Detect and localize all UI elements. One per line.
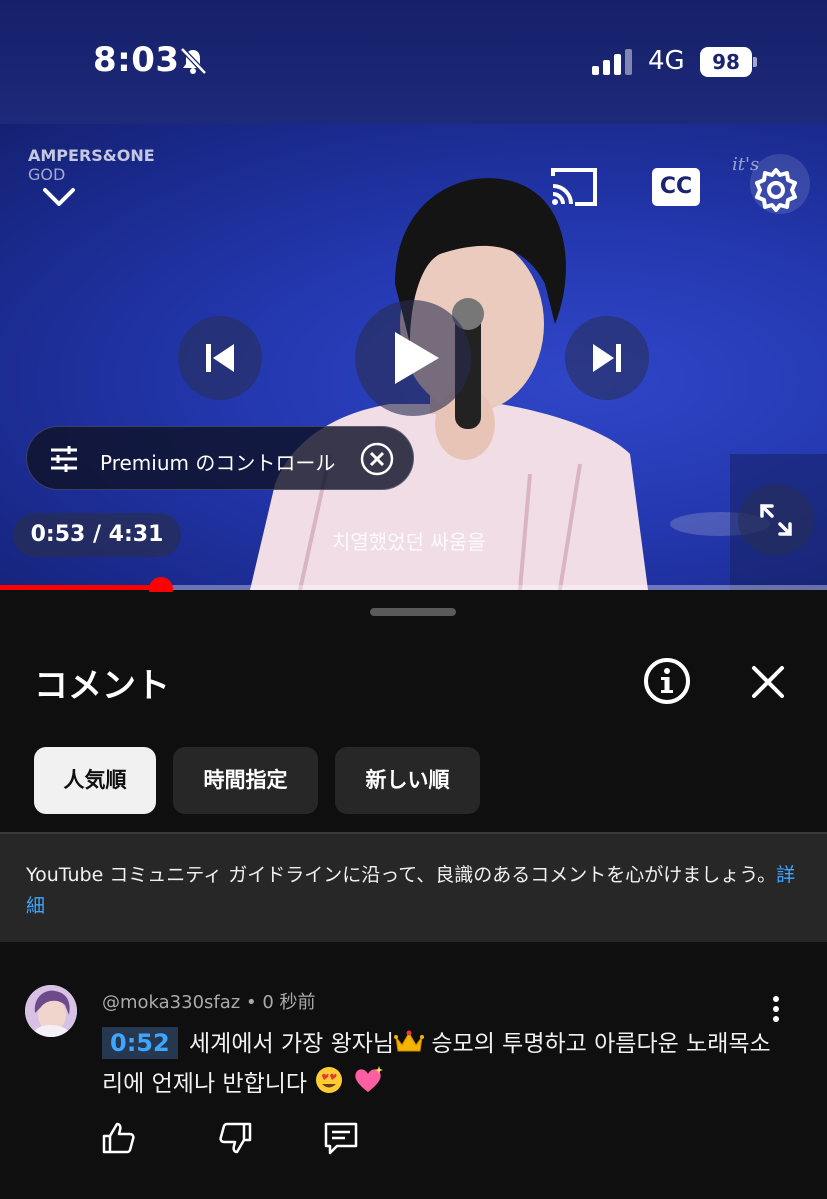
- status-time: 8:03: [93, 40, 180, 80]
- chip-popular[interactable]: 人気順: [34, 747, 156, 814]
- comment-body: 0:52 세계에서 가장 왕자님 승모의 투명하고 아름다운 노래목소리에 언제…: [102, 1024, 782, 1104]
- comment-author[interactable]: @moka330sfaz: [102, 992, 240, 1013]
- sliders-icon: [51, 446, 77, 472]
- playback-time: 0:53 / 4:31: [13, 513, 181, 557]
- premium-controls-label: Premium のコントロール: [100, 451, 336, 475]
- fullscreen-button[interactable]: [738, 484, 814, 556]
- signal-icon: [592, 49, 632, 75]
- guidelines-message: YouTube コミュニティ ガイドラインに沿って、良識のあるコメントを心がけま…: [26, 864, 777, 886]
- status-bar: 8:03 4G 98: [0, 0, 827, 124]
- battery-level: 98: [700, 47, 752, 77]
- comment-text-1: 세계에서 가장 왕자님: [181, 1031, 395, 1057]
- gear-icon[interactable]: [752, 166, 800, 214]
- comment-meta: @moka330sfaz • 0 秒前: [102, 988, 316, 1014]
- play-icon: [395, 332, 439, 384]
- bell-muted-icon: [180, 47, 207, 75]
- network-type: 4G: [648, 46, 685, 76]
- community-guidelines-banner: YouTube コミュニティ ガイドラインに沿って、良識のあるコメントを心がけま…: [0, 832, 827, 942]
- channel-brand: AMPERS&ONE: [28, 146, 155, 165]
- heart-eyes-emoji-icon: [316, 1067, 343, 1093]
- comment-item: @moka330sfaz • 0 秒前 0:52 세계에서 가장 왕자님 승모의…: [0, 972, 827, 1199]
- guidelines-text: YouTube コミュニティ ガイドラインに沿って、良識のあるコメントを心がけま…: [26, 860, 796, 922]
- captions-button[interactable]: CC: [652, 168, 700, 206]
- chip-newest[interactable]: 新しい順: [335, 747, 480, 814]
- avatar[interactable]: [25, 985, 77, 1037]
- fullscreen-icon: [760, 504, 792, 536]
- like-icon[interactable]: [98, 1118, 138, 1158]
- premium-controls-pill[interactable]: Premium のコントロール: [26, 426, 414, 490]
- panel-title: コメント: [34, 666, 170, 706]
- skip-next-icon: [593, 344, 621, 372]
- sparkling-heart-emoji-icon: [355, 1066, 383, 1092]
- comments-panel: コメント 人気順 時間指定 新しい順 YouTube コミュニティ ガイドライン…: [0, 592, 827, 1199]
- video-subtitle: 치열했었던 싸움을: [332, 530, 486, 554]
- close-circle-icon[interactable]: [359, 441, 395, 477]
- progress-fill: [0, 585, 161, 590]
- chip-timed[interactable]: 時間指定: [173, 747, 318, 814]
- info-icon[interactable]: [642, 656, 692, 706]
- avatar-image: [25, 985, 77, 1037]
- comment-age: 0 秒前: [262, 992, 316, 1013]
- reply-icon[interactable]: [321, 1118, 361, 1158]
- song-title: GOD: [28, 165, 66, 184]
- play-button[interactable]: [355, 300, 471, 416]
- comment-timestamp-link[interactable]: 0:52: [102, 1027, 178, 1059]
- previous-button[interactable]: [178, 316, 262, 400]
- meta-separator: •: [245, 992, 263, 1013]
- skip-previous-icon: [206, 344, 234, 372]
- more-vert-icon[interactable]: [766, 994, 786, 1024]
- progress-bar[interactable]: [0, 585, 827, 590]
- close-icon[interactable]: [748, 662, 788, 702]
- cast-icon[interactable]: [549, 166, 599, 208]
- chevron-down-icon[interactable]: [42, 184, 76, 210]
- battery-icon: 98: [700, 47, 757, 77]
- dislike-icon[interactable]: [216, 1118, 256, 1158]
- crown-emoji-icon: [394, 1030, 425, 1052]
- drag-handle[interactable]: [370, 608, 456, 616]
- next-button[interactable]: [565, 316, 649, 400]
- video-player[interactable]: AMPERS&ONE GOD CC it's Premium のコントロール 0…: [0, 124, 827, 590]
